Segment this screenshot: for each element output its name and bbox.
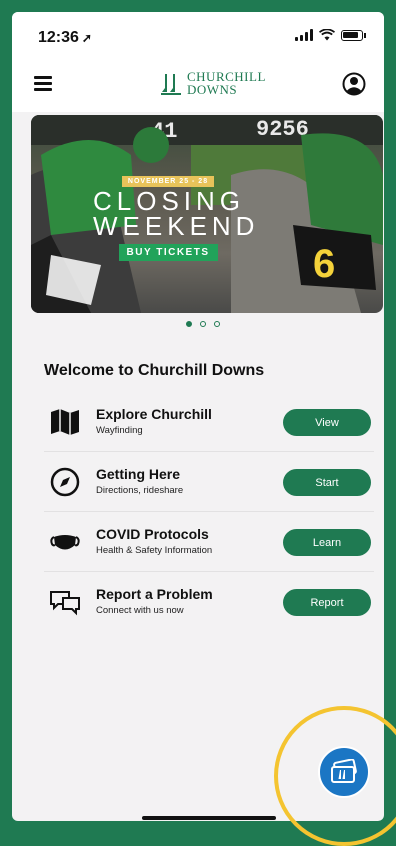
status-time: 12:36 ➚ [38,29,92,46]
start-button[interactable]: Start [283,469,371,496]
battery-icon [341,29,363,41]
svg-text:6: 6 [313,242,335,286]
churchill-downs-logo[interactable]: CHURCHILL DOWNS [160,70,266,96]
event-title-line-1: CLOSING [93,186,246,216]
report-button[interactable]: Report [283,589,371,616]
carousel-dot-2[interactable] [200,321,206,327]
tickets-fab-button[interactable] [318,746,370,798]
item-title: COVID Protocols [96,526,209,542]
map-icon [51,409,79,435]
svg-text:9256: 9256 [256,117,309,142]
hamburger-menu-icon[interactable] [34,76,52,91]
ticket-icon [331,759,357,783]
status-icons [295,29,366,41]
app-header: CHURCHILL DOWNS [12,56,384,112]
item-subtitle: Wayfinding [96,425,143,436]
status-bar: 12:36 ➚ [12,12,384,56]
view-button[interactable]: View [283,409,371,436]
carousel-dot-1[interactable] [186,321,192,327]
list-item-getting-here[interactable]: Getting Here Directions, rideshare Start [44,452,374,512]
item-title: Report a Problem [96,586,213,602]
home-indicator[interactable] [142,816,276,820]
buy-tickets-button[interactable]: BUY TICKETS [118,244,218,261]
promo-banner[interactable]: 41 9256 6 NOVEMBER 25 - 28 CLOSING WEEKE… [31,115,383,313]
list-item-covid[interactable]: COVID Protocols Health & Safety Informat… [44,512,374,572]
mask-icon [50,535,80,550]
compass-icon [50,467,80,497]
battery-tip [364,32,366,38]
item-title: Explore Churchill [96,406,212,422]
welcome-heading: Welcome to Churchill Downs [44,362,265,379]
carousel-dot-3[interactable] [214,321,220,327]
chat-bubbles-icon [50,591,80,616]
item-subtitle: Connect with us now [96,605,184,616]
app-screen: 12:36 ➚ CHURCHILL DOWNS 41 9256 6 NOVEMB… [12,12,384,821]
carousel-dots[interactable] [186,321,220,327]
event-title-line-2: WEEKEND [93,211,260,241]
twin-spires-logo-icon [161,74,181,95]
item-subtitle: Directions, rideshare [96,485,184,496]
location-arrow-icon: ➚ [81,31,92,45]
learn-button[interactable]: Learn [283,529,371,556]
profile-icon[interactable] [342,72,366,96]
item-title: Getting Here [96,466,181,482]
list-item-report[interactable]: Report a Problem Connect with us now Rep… [44,572,374,632]
wifi-icon [319,29,335,41]
list-item-explore[interactable]: Explore Churchill Wayfinding View [44,392,374,452]
banner-text: NOVEMBER 25 - 28 CLOSING WEEKEND BUY TIC… [93,170,260,261]
item-subtitle: Health & Safety Information [96,545,213,556]
logo-line-2: DOWNS [187,82,238,97]
signal-icon [295,29,313,41]
